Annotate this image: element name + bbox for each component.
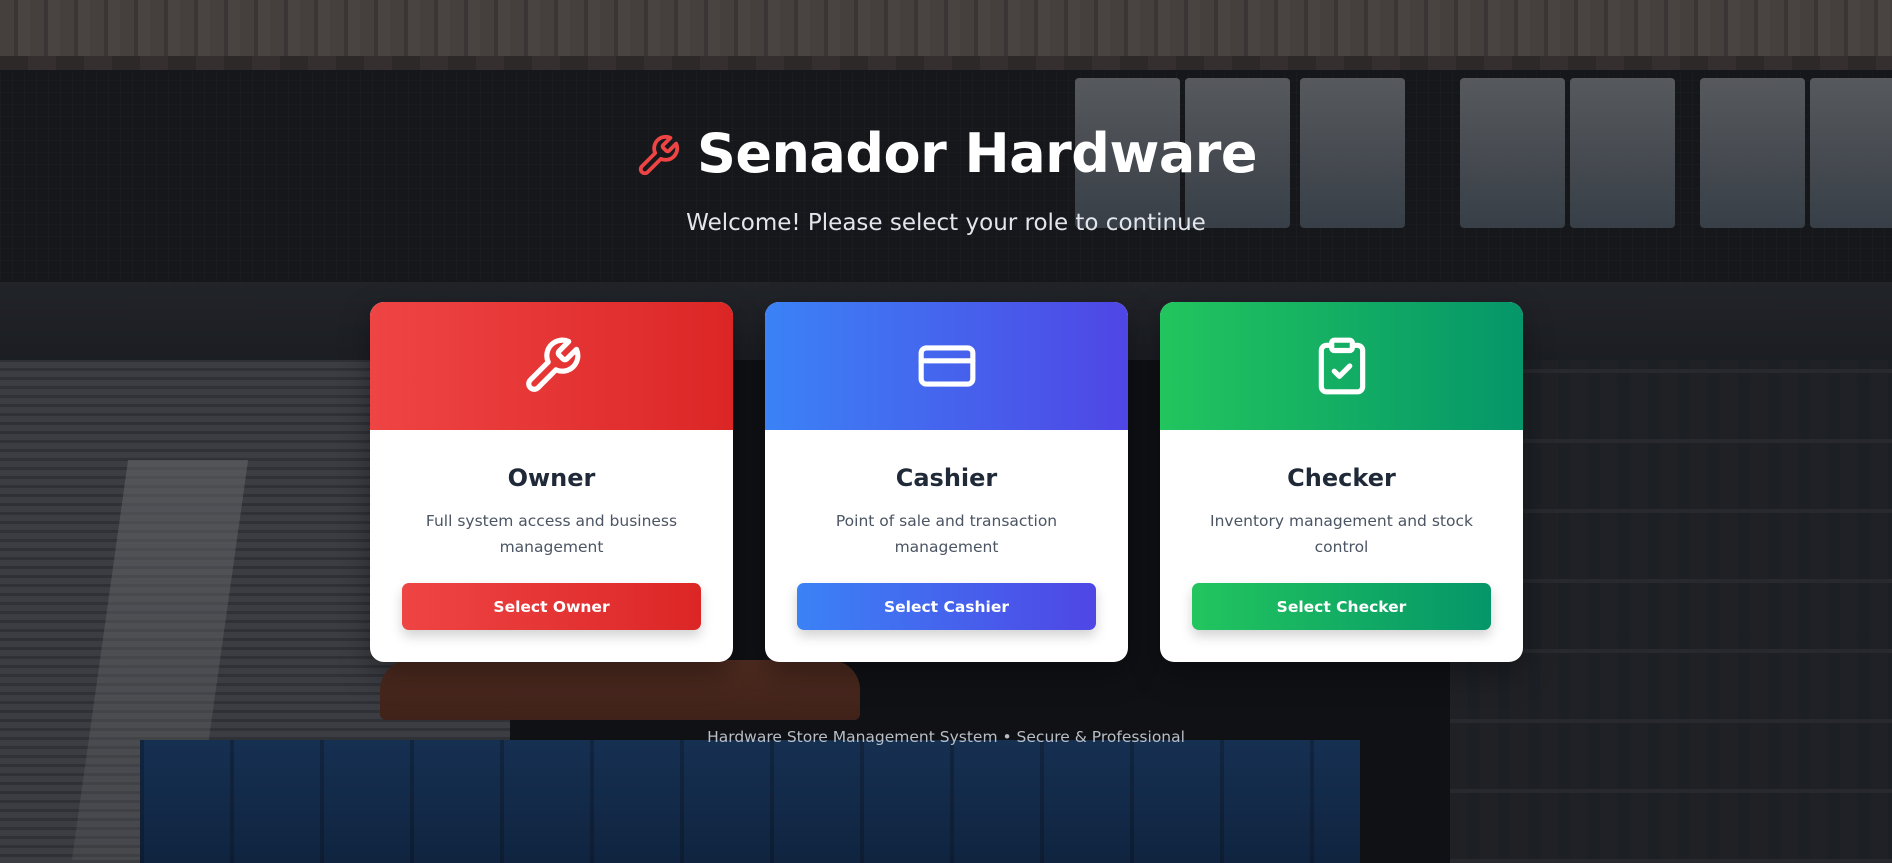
wrench-icon (638, 134, 680, 175)
role-description: Inventory management and stock control (1210, 512, 1473, 556)
select-checker-button[interactable]: Select Checker (1192, 583, 1491, 630)
page-subtitle: Welcome! Please select your role to cont… (686, 210, 1206, 236)
role-card-checker: Checker Inventory management and stock c… (1160, 302, 1523, 662)
role-cards: Owner Full system access and business ma… (370, 302, 1523, 662)
select-owner-button[interactable]: Select Owner (402, 583, 701, 630)
credit-card-icon (918, 345, 975, 387)
clipboard-check-icon (1318, 337, 1365, 395)
wrench-icon (525, 337, 580, 392)
page-header: Senador Hardware (0, 122, 1892, 185)
role-description: Point of sale and transaction management (835, 512, 1058, 556)
page-title: Senador Hardware (696, 122, 1258, 185)
role-card-header (370, 302, 733, 430)
role-card-owner: Owner Full system access and business ma… (370, 302, 733, 662)
role-selection-page: Senador Hardware Welcome! Please select … (0, 0, 1892, 863)
role-title: Cashier (895, 464, 998, 492)
role-description: Full system access and business manageme… (425, 512, 678, 556)
role-card-header (1160, 302, 1523, 430)
role-card-header (765, 302, 1128, 430)
role-title: Checker (1287, 464, 1396, 492)
role-card-cashier: Cashier Point of sale and transaction ma… (765, 302, 1128, 662)
select-cashier-button[interactable]: Select Cashier (797, 583, 1096, 630)
role-title: Owner (507, 464, 596, 492)
footer-tagline: Hardware Store Management System • Secur… (707, 728, 1185, 746)
